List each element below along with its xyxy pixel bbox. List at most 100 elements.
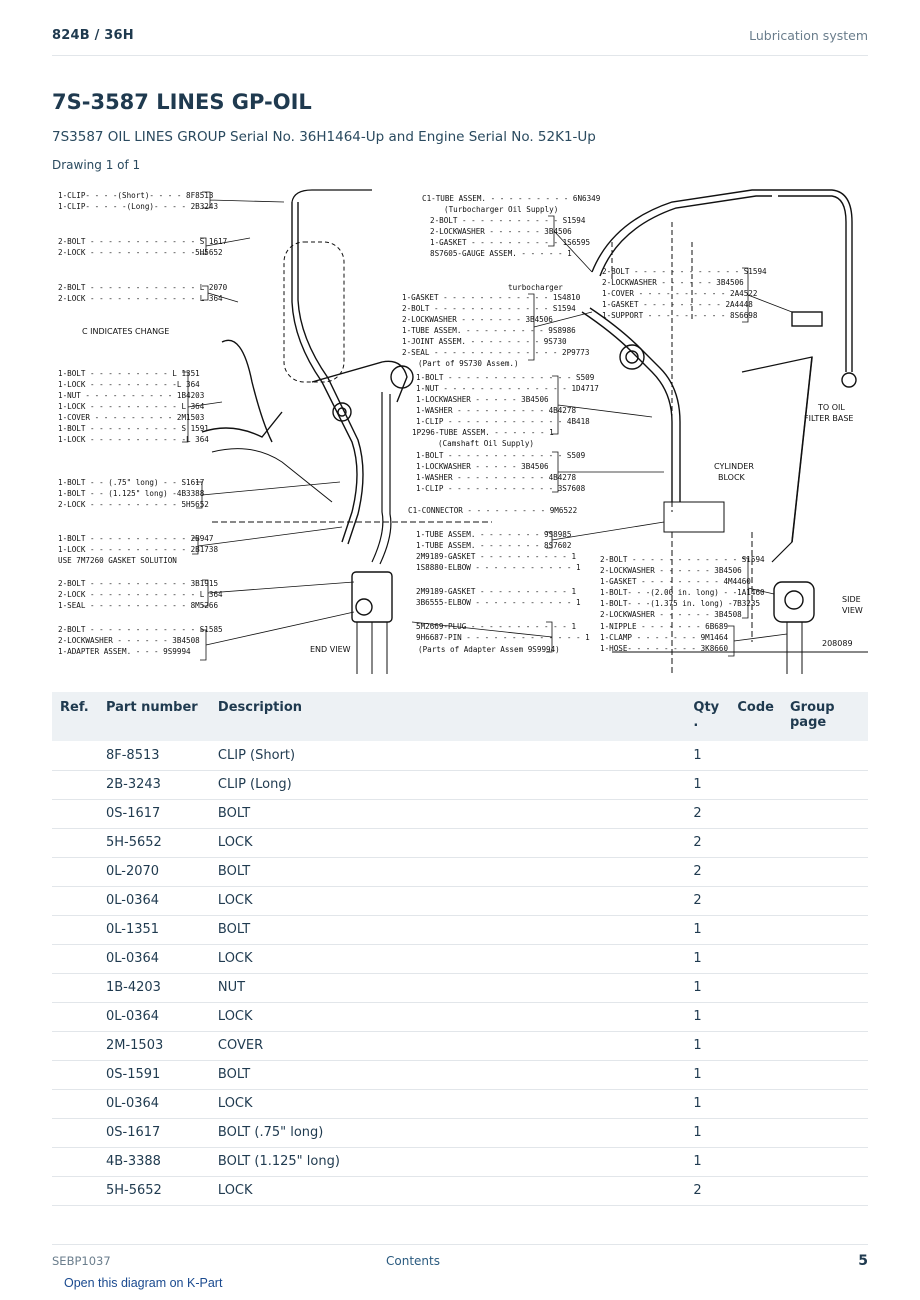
- callout: 1-CLIP- - - -(Short)- - - - 8F8513: [58, 191, 213, 200]
- cell-description: BOLT (.75" long): [209, 1118, 686, 1148]
- callout: C1-TUBE ASSEM. - - - - - - - - - 6N6349: [422, 194, 601, 203]
- parts-diagram-svg: 1-CLIP- - - -(Short)- - - - 8F8513 1-CLI…: [58, 189, 868, 674]
- open-kpart-link[interactable]: Open this diagram on K-Part: [64, 1276, 222, 1290]
- callout: 2-BOLT - - - - - - - - - - - - S1585: [58, 625, 223, 634]
- callout: 5M2669-PLUG - - - - - - - - - - - 1: [416, 622, 576, 631]
- cell-group-page: [782, 1089, 868, 1119]
- cell-code: [729, 886, 782, 916]
- cell-part-number: 0L-0364: [97, 886, 210, 916]
- table-row: 8F-8513 CLIP (Short) 1: [52, 741, 868, 771]
- cell-qty: 1: [685, 1060, 730, 1090]
- table-row: 0L-0364 LOCK 1: [52, 944, 868, 974]
- cell-ref: [52, 1089, 98, 1119]
- callout: 1-NUT - - - - - - - - - - 1B4203: [58, 391, 204, 400]
- callout: FILTER BASE: [804, 414, 853, 423]
- callout: 1-LOCK - - - - - - - - - - - 2B1738: [58, 545, 218, 554]
- callout: 1-BOLT - - (1.125" long) -4B3388: [58, 489, 205, 498]
- callout: 1P296-TUBE ASSEM. - - - - - - 1: [412, 428, 554, 437]
- drawing-counter: Drawing 1 of 1: [52, 158, 141, 172]
- cell-description: LOCK: [209, 828, 686, 858]
- callout: TO OIL: [817, 403, 845, 412]
- callout: 1-HOSE- - - - - - - - 3K8660: [600, 644, 728, 653]
- cell-code: [729, 1147, 782, 1177]
- callout: 2-LOCKWASHER - - - - - - 3B4506: [602, 278, 744, 287]
- callout: 2-BOLT - - - - - - - - - - - - S1594: [602, 267, 767, 276]
- callout: 1-LOCK - - - - - - - - - - -L 364: [58, 435, 209, 444]
- callout: 9H6687-PIN - - - - - - - - - - - - - 1: [416, 633, 590, 642]
- cell-part-number: 0L-1351: [97, 915, 210, 945]
- cell-code: [729, 1060, 782, 1090]
- callout: 1-NIPPLE - - - - - - - 6B689: [600, 622, 728, 631]
- cell-qty: 1: [685, 1147, 730, 1177]
- table-row: 0S-1617 BOLT (.75" long) 1: [52, 1118, 868, 1148]
- callout: 1-NUT - - - - - - - - - - - - - - 1D4717: [416, 384, 599, 393]
- callout: 1-BOLT - - - - - - - - - - S 1591: [58, 424, 209, 433]
- callout: 1-TUBE ASSEM. - - - - - - - 9S8985: [416, 530, 571, 539]
- callout: 1-BOLT - - - - - - - - - - - - - - S509: [416, 373, 595, 382]
- page-title: 7S-3587 LINES GP-OIL: [52, 90, 312, 114]
- cell-group-page: [782, 741, 868, 771]
- cell-group-page: [782, 857, 868, 887]
- cell-ref: [52, 770, 98, 800]
- callout: (Turbocharger Oil Supply): [444, 205, 558, 214]
- cell-group-page: [782, 770, 868, 800]
- cell-code: [729, 1089, 782, 1119]
- table-row: 0S-1591 BOLT 1: [52, 1060, 868, 1090]
- cell-qty: 1: [685, 741, 730, 771]
- column-header-code: Code: [737, 700, 774, 715]
- cell-part-number: 8F-8513: [97, 741, 210, 771]
- callout: 2-LOCK - - - - - - - - - - - - L 364: [58, 590, 223, 599]
- cell-qty: 2: [685, 857, 730, 887]
- cell-part-number: 5H-5652: [97, 828, 210, 858]
- callout: 2-BOLT - - - - - - - - - - - - - S1594: [402, 304, 576, 313]
- contents-link[interactable]: Contents: [386, 1254, 440, 1268]
- callout: VIEW: [842, 606, 863, 615]
- cell-ref: [52, 1060, 98, 1090]
- callout: 8S7605-GAUGE ASSEM. - - - - - 1: [430, 249, 572, 258]
- cell-description: LOCK: [209, 1176, 686, 1206]
- cell-description: LOCK: [209, 886, 686, 916]
- cell-ref: [52, 973, 98, 1003]
- callout: 1-TUBE ASSEM. - - - - - - - - - 9S8986: [402, 326, 576, 335]
- callout: 2-BOLT - - - - - - - - - - - S1594: [430, 216, 586, 225]
- cell-qty: 2: [685, 799, 730, 829]
- table-row: 2B-3243 CLIP (Long) 1: [52, 770, 868, 800]
- document-id: SEBP1037: [52, 1254, 111, 1268]
- callout: 2-LOCKWASHER - - - - - - - 3B4506: [402, 315, 553, 324]
- column-header-part-number: Part number: [105, 700, 198, 715]
- cell-qty: 1: [685, 1002, 730, 1032]
- callout: 1-ADAPTER ASSEM. - - - 9S9994: [58, 647, 191, 656]
- cell-code: [729, 915, 782, 945]
- cell-ref: [52, 1002, 98, 1032]
- cell-description: COVER: [209, 1031, 686, 1061]
- cell-code: [729, 1002, 782, 1032]
- cell-description: LOCK: [209, 1002, 686, 1032]
- callout: BLOCK: [718, 473, 746, 482]
- diagram-callouts-left: 1-CLIP- - - -(Short)- - - - 8F8513 1-CLI…: [58, 191, 228, 656]
- table-row: 4B-3388 BOLT (1.125" long) 1: [52, 1147, 868, 1177]
- cell-qty: 1: [685, 1118, 730, 1148]
- cell-part-number: 0S-1617: [97, 1118, 210, 1148]
- callout: 1-CLAMP - - - - - - - 9M1464: [600, 633, 728, 642]
- parts-diagram: 1-CLIP- - - -(Short)- - - - 8F8513 1-CLI…: [52, 182, 868, 674]
- cell-code: [729, 828, 782, 858]
- cell-ref: [52, 828, 98, 858]
- cell-ref: [52, 1147, 98, 1177]
- table-header-row: Ref. Part number Description Qty . Code …: [52, 692, 868, 741]
- table-row: 1B-4203 NUT 1: [52, 973, 868, 1003]
- callout: (Part of 9S730 Assem.): [418, 359, 519, 368]
- callout: 2-LOCKWASHER - - - - - - 3B4506: [430, 227, 572, 236]
- callout: 1-COVER - - - - - - - - - 2M1503: [58, 413, 204, 422]
- callout: 2-LOCKWASHER - - - - - - 3B4506: [600, 566, 742, 575]
- cell-code: [729, 944, 782, 974]
- cell-qty: 2: [685, 886, 730, 916]
- cell-group-page: [782, 915, 868, 945]
- cell-part-number: 0L-0364: [97, 944, 210, 974]
- cell-ref: [52, 944, 98, 974]
- callout: END VIEW: [310, 645, 351, 654]
- cell-part-number: 0S-1617: [97, 799, 210, 829]
- cell-group-page: [782, 973, 868, 1003]
- parts-table: Ref. Part number Description Qty . Code …: [52, 692, 868, 1206]
- cell-group-page: [782, 1176, 868, 1206]
- cell-ref: [52, 915, 98, 945]
